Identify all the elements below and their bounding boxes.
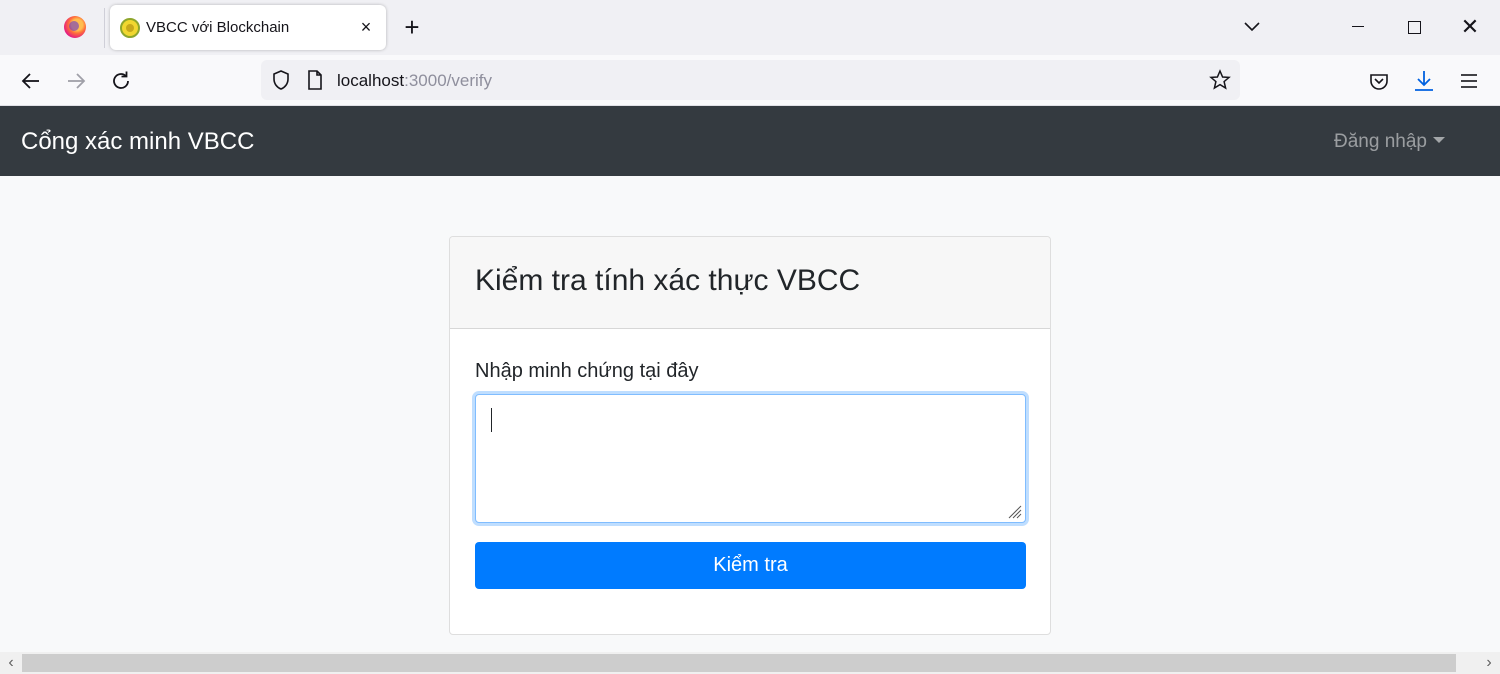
card-title: Kiểm tra tính xác thực VBCC <box>475 264 861 297</box>
card-header: Kiểm tra tính xác thực VBCC <box>450 237 1050 329</box>
menu-icon[interactable] <box>1455 67 1483 95</box>
browser-toolbar: localhost:3000/verify <box>0 55 1500 106</box>
page-viewport: Cổng xác minh VBCC Đăng nhập Kiểm tra tí… <box>0 106 1500 652</box>
tab-separator <box>104 8 105 48</box>
verify-card: Kiểm tra tính xác thực VBCC Nhập minh ch… <box>449 236 1051 635</box>
login-label: Đăng nhập <box>1334 131 1427 152</box>
caret-down-icon <box>1432 137 1445 143</box>
horizontal-scrollbar[interactable]: ‹ › <box>0 652 1500 674</box>
forward-icon[interactable] <box>62 67 90 95</box>
app-navbar: Cổng xác minh VBCC Đăng nhập <box>0 106 1500 176</box>
new-tab-button[interactable]: + <box>398 12 426 42</box>
brand-link[interactable]: Cổng xác minh VBCC <box>21 128 254 156</box>
scroll-right-icon[interactable]: › <box>1478 652 1500 674</box>
download-icon[interactable] <box>1410 67 1438 95</box>
text-cursor <box>491 408 492 432</box>
address-bar[interactable]: localhost:3000/verify <box>261 60 1240 100</box>
window-maximize-button[interactable] <box>1399 12 1429 42</box>
window-close-button[interactable]: ✕ <box>1455 12 1485 42</box>
list-all-tabs-icon[interactable] <box>1240 14 1264 40</box>
back-icon[interactable] <box>17 67 45 95</box>
bookmark-star-icon[interactable] <box>1208 68 1232 92</box>
shield-icon[interactable] <box>269 68 293 92</box>
proof-label: Nhập minh chứng tại đây <box>475 360 699 382</box>
browser-tab-strip: VBCC với Blockchain × + ✕ <box>0 0 1500 55</box>
url-text[interactable]: localhost:3000/verify <box>337 71 492 91</box>
login-dropdown[interactable]: Đăng nhập <box>1334 131 1445 153</box>
site-favicon-icon <box>120 18 140 38</box>
proof-textarea[interactable] <box>475 394 1026 523</box>
scrollbar-thumb[interactable] <box>22 654 1456 672</box>
firefox-icon[interactable] <box>64 16 86 38</box>
pocket-icon[interactable] <box>1365 67 1393 95</box>
url-host: localhost <box>337 71 405 90</box>
tab-title: VBCC với Blockchain <box>146 19 290 36</box>
page-icon[interactable] <box>303 68 327 92</box>
reload-icon[interactable] <box>107 67 135 95</box>
window-minimize-button[interactable] <box>1343 12 1373 42</box>
browser-tab-active[interactable]: VBCC với Blockchain × <box>110 5 386 50</box>
tab-close-button[interactable]: × <box>355 16 377 38</box>
url-path: :3000/verify <box>404 71 492 90</box>
scroll-left-icon[interactable]: ‹ <box>0 652 22 674</box>
verify-submit-button[interactable]: Kiểm tra <box>475 542 1026 589</box>
resize-grip-icon[interactable] <box>1006 503 1022 519</box>
